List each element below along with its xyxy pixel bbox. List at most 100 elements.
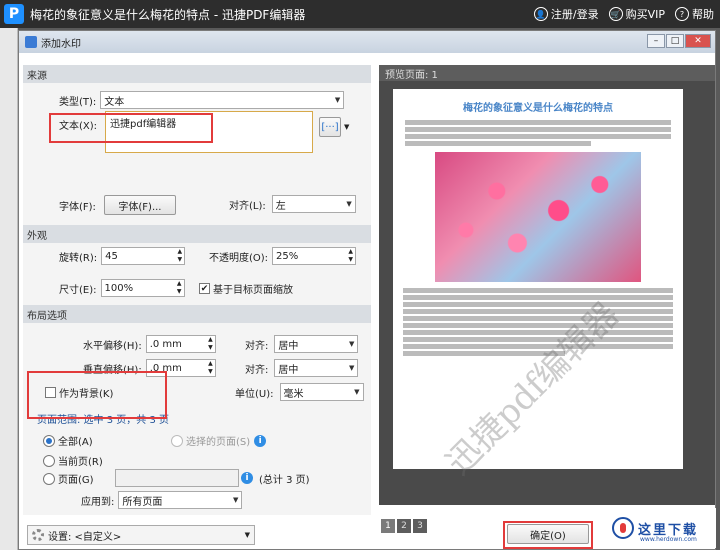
radio-icon: [171, 434, 183, 447]
dialog-title: 添加水印: [41, 38, 81, 50]
register-login-button[interactable]: 👤 注册/登录: [533, 6, 599, 22]
dialog-titlebar: 添加水印 – □ ✕: [19, 31, 715, 53]
source-header: 来源: [23, 65, 371, 83]
buy-vip-button[interactable]: 🛒 购买VIP: [608, 6, 665, 22]
rotation-spinner[interactable]: 45 ▲ ▼: [101, 247, 186, 265]
brand-logo-icon: [612, 517, 634, 539]
chevron-down-icon: ▼: [334, 96, 341, 104]
info-icon[interactable]: i: [241, 472, 253, 484]
type-select[interactable]: 文本 ▼: [100, 91, 345, 109]
buy-vip-label: 购买VIP: [625, 8, 665, 21]
radio-selected-icon: [43, 434, 55, 447]
pages-input[interactable]: [115, 469, 239, 487]
help-button[interactable]: ? 帮助: [675, 6, 714, 22]
brand-name: 这里下载: [638, 522, 699, 538]
apply-select[interactable]: 所有页面 ▼: [118, 491, 243, 509]
range-current-label: 当前页(R): [58, 457, 103, 468]
range-pages-radio[interactable]: 页面(G): [43, 471, 94, 486]
type-label: 类型(T):: [59, 96, 97, 108]
unit-label: 单位(U):: [235, 388, 274, 400]
spinner-arrows-icon[interactable]: ▲ ▼: [177, 280, 182, 296]
h-align-label: 对齐:: [245, 340, 269, 352]
cart-icon: 🛒: [608, 7, 623, 21]
range-pages-label: 页面(G): [58, 475, 94, 486]
spinner-arrows-icon[interactable]: ▲ ▼: [208, 360, 213, 376]
unit-value: 毫米: [283, 388, 304, 400]
opacity-value: 25%: [276, 250, 299, 262]
spinner-arrows-icon[interactable]: ▲ ▼: [348, 248, 353, 264]
chevron-down-icon: ▼: [346, 200, 352, 208]
range-all-label: 全部(A): [58, 437, 93, 448]
size-spinner[interactable]: 100% ▲ ▼: [100, 279, 185, 297]
range-current-radio[interactable]: 当前页(R): [43, 453, 103, 468]
brand-url: www.herdown.com: [640, 536, 697, 543]
apply-label: 应用到:: [81, 496, 115, 508]
range-all-radio[interactable]: 全部(A): [43, 433, 93, 448]
h-offset-label: 水平偏移(H):: [83, 340, 142, 352]
v-align-label: 对齐:: [245, 364, 269, 376]
info-icon[interactable]: i: [254, 434, 267, 447]
h-align-select[interactable]: 居中 ▼: [274, 335, 359, 353]
rotation-label: 旋转(R):: [59, 252, 98, 264]
preview-header: 预览页面: 1: [379, 65, 715, 81]
ok-button[interactable]: 确定(O): [507, 524, 589, 544]
highlight-text-field: [49, 113, 213, 143]
background-app-panel: [0, 28, 18, 550]
chevron-down-icon: ▼: [348, 364, 355, 372]
spinner-arrows-icon[interactable]: ▲ ▼: [208, 336, 213, 352]
type-value: 文本: [104, 96, 125, 108]
settings-label: 设置: <自定义>: [48, 531, 122, 543]
align-value: 左: [275, 200, 286, 212]
settings-select[interactable]: 设置: <自定义> ▼: [27, 525, 255, 545]
app-logo-icon: P: [4, 4, 24, 24]
total-pages-label: (总计 3 页): [259, 474, 310, 486]
scale-checkbox-label: 基于目标页面缩放: [213, 285, 293, 296]
app-title: 梅花的象征意义是什么梅花的特点 - 迅捷PDF编辑器: [30, 7, 306, 22]
size-value: 100%: [104, 282, 134, 294]
user-icon: 👤: [533, 7, 548, 21]
preview-page-title: 梅花的象征意义是什么梅花的特点: [463, 103, 613, 114]
v-align-select[interactable]: 居中 ▼: [274, 359, 359, 377]
app-titlebar: P 梅花的象征意义是什么梅花的特点 - 迅捷PDF编辑器 👤 注册/登录 🛒 购…: [0, 0, 720, 28]
range-selected-radio[interactable]: 选择的页面(S) i: [171, 433, 267, 448]
range-selected-label: 选择的页面(S): [186, 437, 251, 448]
plum-blossom-image: [435, 152, 641, 282]
preview-panel: 预览页面: 1 梅花的象征意义是什么梅花的特点 迅捷pdf编辑器: [379, 65, 715, 505]
scale-checkbox[interactable]: ✔ 基于目标页面缩放: [199, 281, 293, 296]
h-offset-value: .0 mm: [149, 338, 182, 350]
site-brand-logo: 这里下载 www.herdown.com: [606, 508, 716, 548]
font-label: 字体(F):: [59, 201, 96, 213]
register-login-label: 注册/登录: [550, 8, 599, 21]
add-watermark-dialog: 添加水印 – □ ✕ 来源 类型(T): 文本 ▼ 文本(X): [···] ▼ …: [18, 30, 716, 550]
radio-icon: [43, 454, 55, 467]
checkmark-icon: ✔: [199, 283, 210, 294]
h-align-value: 居中: [278, 340, 299, 352]
preview-page: 梅花的象征意义是什么梅花的特点 迅捷pdf编辑器: [393, 89, 683, 483]
h-offset-spinner[interactable]: .0 mm ▲ ▼: [145, 335, 216, 353]
v-align-value: 居中: [278, 364, 299, 376]
minimize-button[interactable]: –: [647, 34, 665, 48]
chevron-down-icon[interactable]: ▼: [344, 123, 349, 131]
align-select[interactable]: 左 ▼: [271, 195, 356, 213]
help-label: 帮助: [692, 8, 714, 21]
gear-icon: [32, 529, 44, 541]
opacity-spinner[interactable]: 25% ▲ ▼: [272, 247, 357, 265]
font-button[interactable]: 字体(F)...: [103, 195, 176, 215]
radio-icon: [43, 472, 55, 485]
close-button[interactable]: ✕: [685, 34, 711, 48]
spinner-arrows-icon[interactable]: ▲ ▼: [178, 248, 183, 264]
apply-value: 所有页面: [122, 496, 163, 508]
maximize-button[interactable]: □: [666, 34, 684, 48]
chevron-down-icon: ▼: [354, 388, 360, 396]
chevron-down-icon: ▼: [232, 496, 239, 504]
preview-paragraph-1: [393, 120, 683, 146]
align-label: 对齐(L):: [229, 200, 266, 212]
question-icon: ?: [675, 7, 689, 21]
unit-select[interactable]: 毫米 ▼: [279, 383, 364, 401]
chevron-down-icon: ▼: [244, 531, 250, 539]
insert-macro-button[interactable]: [···]: [319, 117, 341, 137]
opacity-label: 不透明度(O):: [209, 252, 269, 264]
rotation-value: 45: [105, 250, 118, 262]
dialog-icon: [25, 36, 37, 48]
chevron-down-icon: ▼: [348, 340, 355, 348]
